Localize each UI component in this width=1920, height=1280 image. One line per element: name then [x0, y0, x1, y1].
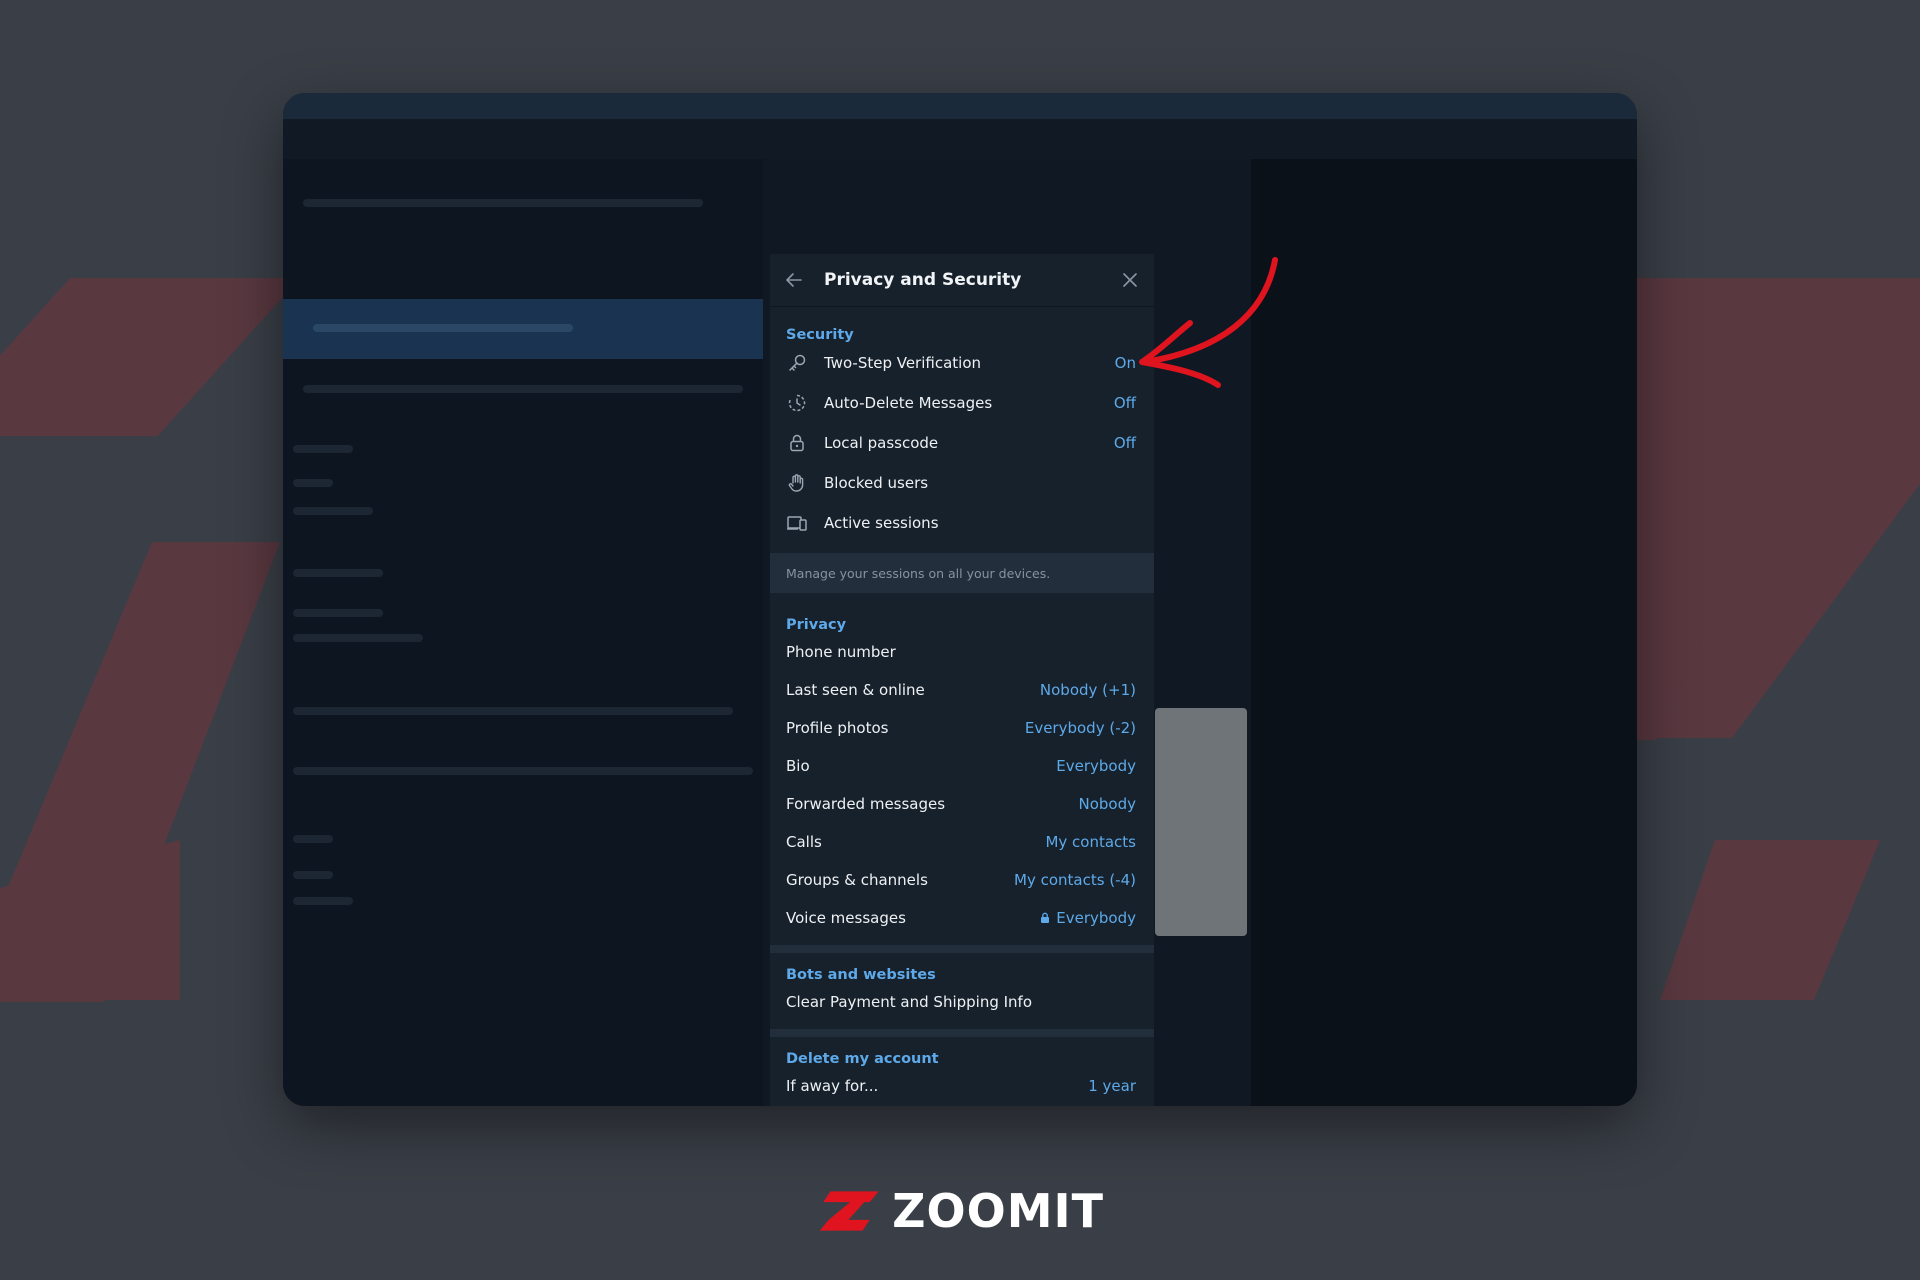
row-if-away-for[interactable]: If away for... 1 year: [770, 1067, 1154, 1105]
panel-title: Privacy and Security: [824, 270, 1022, 290]
row-value-wrapper: Everybody: [1040, 909, 1136, 927]
privacy-security-panel: Privacy and Security Security Two-Step V…: [770, 254, 1154, 1106]
section-divider: [770, 945, 1154, 953]
row-two-step-verification[interactable]: Two-Step Verification On: [770, 343, 1154, 383]
row-label: Local passcode: [824, 434, 939, 452]
row-value: Off: [1113, 434, 1136, 452]
row-forwarded-messages[interactable]: Forwarded messages Nobody: [770, 785, 1154, 823]
row-bio[interactable]: Bio Everybody: [770, 747, 1154, 785]
row-value: My contacts: [1045, 833, 1136, 851]
section-divider: [770, 1029, 1154, 1037]
row-blocked-users[interactable]: Blocked users: [770, 463, 1154, 503]
background-shape: [1660, 840, 1880, 1000]
blurred-line: [293, 871, 333, 879]
blurred-card: [1155, 708, 1247, 936]
chat-list-pane: [283, 159, 763, 1106]
annotation-arrow-icon: [1139, 257, 1278, 388]
section-title-bots: Bots and websites: [786, 967, 936, 983]
hand-icon: [786, 472, 808, 494]
row-value: Nobody (+1): [1039, 681, 1136, 699]
logo-text: ZOOMIT: [892, 1184, 1104, 1238]
row-value: Everybody: [1056, 909, 1136, 927]
row-phone-number[interactable]: Phone number: [770, 633, 1154, 671]
row-label: Bio: [786, 757, 810, 775]
blurred-line: [293, 767, 753, 775]
row-label: Two-Step Verification: [824, 354, 982, 372]
blurred-line: [293, 707, 733, 715]
row-clear-payment[interactable]: Clear Payment and Shipping Info: [770, 983, 1154, 1021]
row-calls[interactable]: Calls My contacts: [770, 823, 1154, 861]
row-auto-delete-messages[interactable]: Auto-Delete Messages Off: [770, 383, 1154, 423]
blurred-line: [293, 445, 353, 453]
window-title-bar: [283, 93, 1637, 119]
small-lock-icon: [1040, 909, 1050, 927]
blurred-line: [303, 199, 703, 207]
back-arrow-icon[interactable]: [784, 270, 804, 290]
row-label: Groups & channels: [786, 871, 928, 889]
row-label: Clear Payment and Shipping Info: [786, 993, 1033, 1011]
row-label: Forwarded messages: [786, 795, 946, 813]
section-title-privacy: Privacy: [786, 617, 847, 633]
blurred-line: [293, 634, 423, 642]
zoomit-logo-mark-icon: [819, 1191, 879, 1231]
row-label: Auto-Delete Messages: [824, 394, 993, 412]
row-label: Calls: [786, 833, 822, 851]
row-value: Everybody (-2): [1024, 719, 1136, 737]
section-title-security: Security: [786, 327, 854, 343]
row-voice-messages[interactable]: Voice messages Everybody: [770, 899, 1154, 937]
row-label: Profile photos: [786, 719, 889, 737]
blurred-line: [313, 324, 573, 332]
zoomit-logo: ZOOMIT: [818, 1187, 1104, 1235]
row-label: Phone number: [786, 643, 896, 661]
row-label: If away for...: [786, 1077, 879, 1095]
key-icon: [786, 352, 808, 374]
sessions-note: Manage your sessions on all your devices…: [770, 553, 1154, 593]
row-value: Everybody: [1056, 757, 1136, 775]
row-profile-photos[interactable]: Profile photos Everybody (-2): [770, 709, 1154, 747]
blurred-line: [293, 569, 383, 577]
panel-header: Privacy and Security: [770, 254, 1154, 307]
row-value: My contacts (-4): [1014, 871, 1136, 889]
row-label: Active sessions: [824, 514, 939, 532]
devices-icon: [786, 512, 808, 534]
row-label: Voice messages: [786, 909, 906, 927]
blurred-line: [303, 385, 743, 393]
blurred-line: [293, 835, 333, 843]
section-title-delete-account: Delete my account: [786, 1051, 939, 1067]
blurred-line: [293, 609, 383, 617]
row-value: 1 year: [1088, 1077, 1136, 1095]
lock-icon: [786, 432, 808, 454]
row-value: Off: [1113, 394, 1136, 412]
app-window: Privacy and Security Security Two-Step V…: [283, 93, 1637, 1106]
blurred-line: [293, 897, 353, 905]
blurred-line: [293, 507, 373, 515]
row-active-sessions[interactable]: Active sessions: [770, 503, 1154, 543]
row-value: Nobody: [1078, 795, 1137, 813]
row-label: Last seen & online: [786, 681, 925, 699]
row-local-passcode[interactable]: Local passcode Off: [770, 423, 1154, 463]
row-groups-channels[interactable]: Groups & channels My contacts (-4): [770, 861, 1154, 899]
blurred-line: [293, 479, 333, 487]
row-last-seen[interactable]: Last seen & online Nobody (+1): [770, 671, 1154, 709]
window-header: [283, 119, 1637, 159]
timer-icon: [786, 392, 808, 414]
background-shape: [0, 278, 301, 436]
right-pane: [1251, 159, 1637, 1106]
row-label: Blocked users: [824, 474, 929, 492]
